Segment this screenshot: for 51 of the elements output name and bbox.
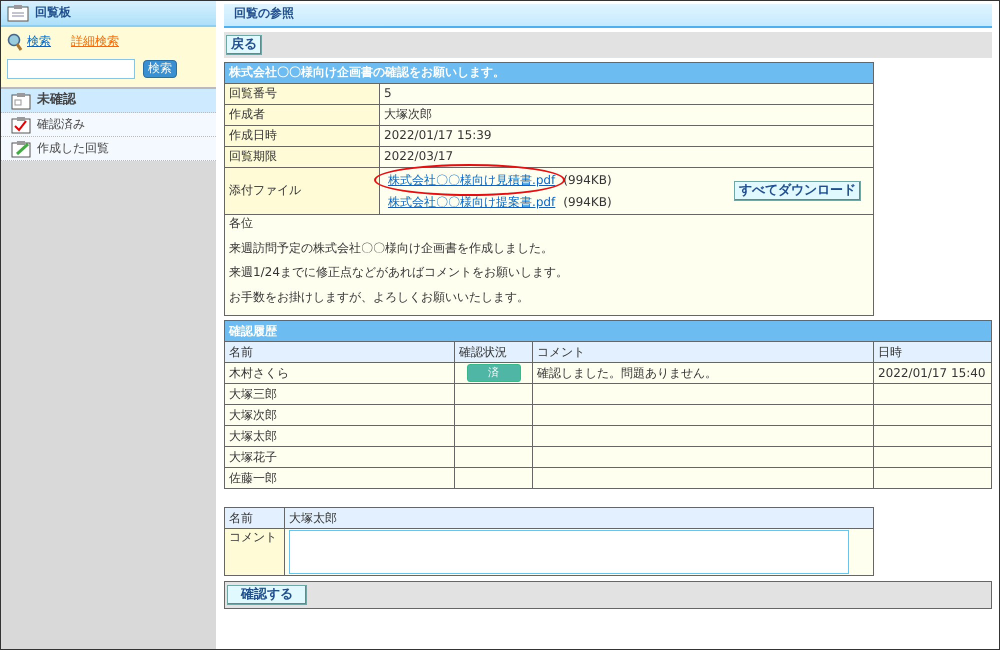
sidebar-item[interactable]: 未確認	[1, 89, 216, 113]
confirm-button[interactable]: 確認する	[227, 585, 307, 606]
clipboard-check-icon	[11, 116, 31, 134]
clipboard-icon	[11, 92, 31, 110]
field-value: 大塚太郎	[284, 508, 874, 529]
section-title: 確認履歴	[224, 320, 992, 342]
sidebar-title: 回覧板	[35, 5, 71, 21]
table-cell: 大塚花子	[224, 446, 454, 468]
search-link[interactable]: 検索	[27, 34, 51, 50]
search-field[interactable]	[7, 59, 135, 79]
field-value: 大塚次郎	[380, 104, 874, 126]
message-text: お手数をお掛けしますが、よろしくお願いいたします。	[229, 290, 530, 306]
clipboard-pencil-icon	[11, 140, 31, 158]
message-text: 来週訪問予定の株式会社〇〇様向け企画書を作成しました。	[229, 240, 554, 256]
column-header: コメント	[532, 342, 874, 363]
field-label: 作成者	[224, 104, 380, 126]
table-cell: 大塚太郎	[224, 426, 454, 447]
table-cell: 確認しました。問題ありません。	[532, 362, 874, 384]
page-title: 回覧の参照	[224, 4, 992, 28]
table-cell: 佐藤一郎	[224, 468, 454, 489]
sidebar-item[interactable]: 作成した回覧	[1, 137, 216, 161]
sidebar-item[interactable]: 確認済み	[1, 113, 216, 137]
field-label: 名前	[224, 508, 284, 529]
status-badge: 済	[466, 364, 520, 382]
column-header: 日時	[874, 342, 992, 363]
field-value: 5	[380, 84, 874, 104]
message-text: 各位	[229, 216, 254, 232]
field-value: 2022/01/17 15:39	[380, 126, 874, 146]
field-value: 2022/03/17	[380, 146, 874, 168]
column-header: 名前	[224, 342, 454, 363]
field-label: 回覧番号	[224, 84, 380, 104]
table-cell: 2022/01/17 15:40	[874, 362, 992, 384]
column-header: 確認状況	[454, 342, 532, 363]
table-cell: 木村さくら	[224, 362, 454, 384]
field-label: 添付ファイル	[224, 168, 380, 214]
field-label: 作成日時	[224, 126, 380, 146]
message-text: 来週1/24までに修正点などがあればコメントをお願いします。	[229, 265, 569, 281]
field-label: コメント	[224, 528, 284, 576]
file-size: (994KB)	[563, 195, 612, 209]
attachment-link[interactable]: 株式会社〇〇様向け見積書.pdf	[388, 173, 556, 187]
table-cell: 大塚三郎	[224, 384, 454, 405]
field-label: 回覧期限	[224, 146, 380, 168]
file-size: (994KB)	[563, 173, 612, 187]
comment-field[interactable]	[289, 530, 849, 574]
attachment-link[interactable]: 株式会社〇〇様向け提案書.pdf	[388, 195, 556, 209]
download-all-button[interactable]: すべてダウンロード	[734, 181, 861, 201]
search-icon	[7, 33, 23, 51]
table-cell: 大塚次郎	[224, 404, 454, 426]
clipboard-icon	[7, 4, 29, 22]
back-button[interactable]: 戻る	[226, 35, 262, 55]
subject-title: 株式会社〇〇様向け企画書の確認をお願いします。	[224, 62, 874, 84]
